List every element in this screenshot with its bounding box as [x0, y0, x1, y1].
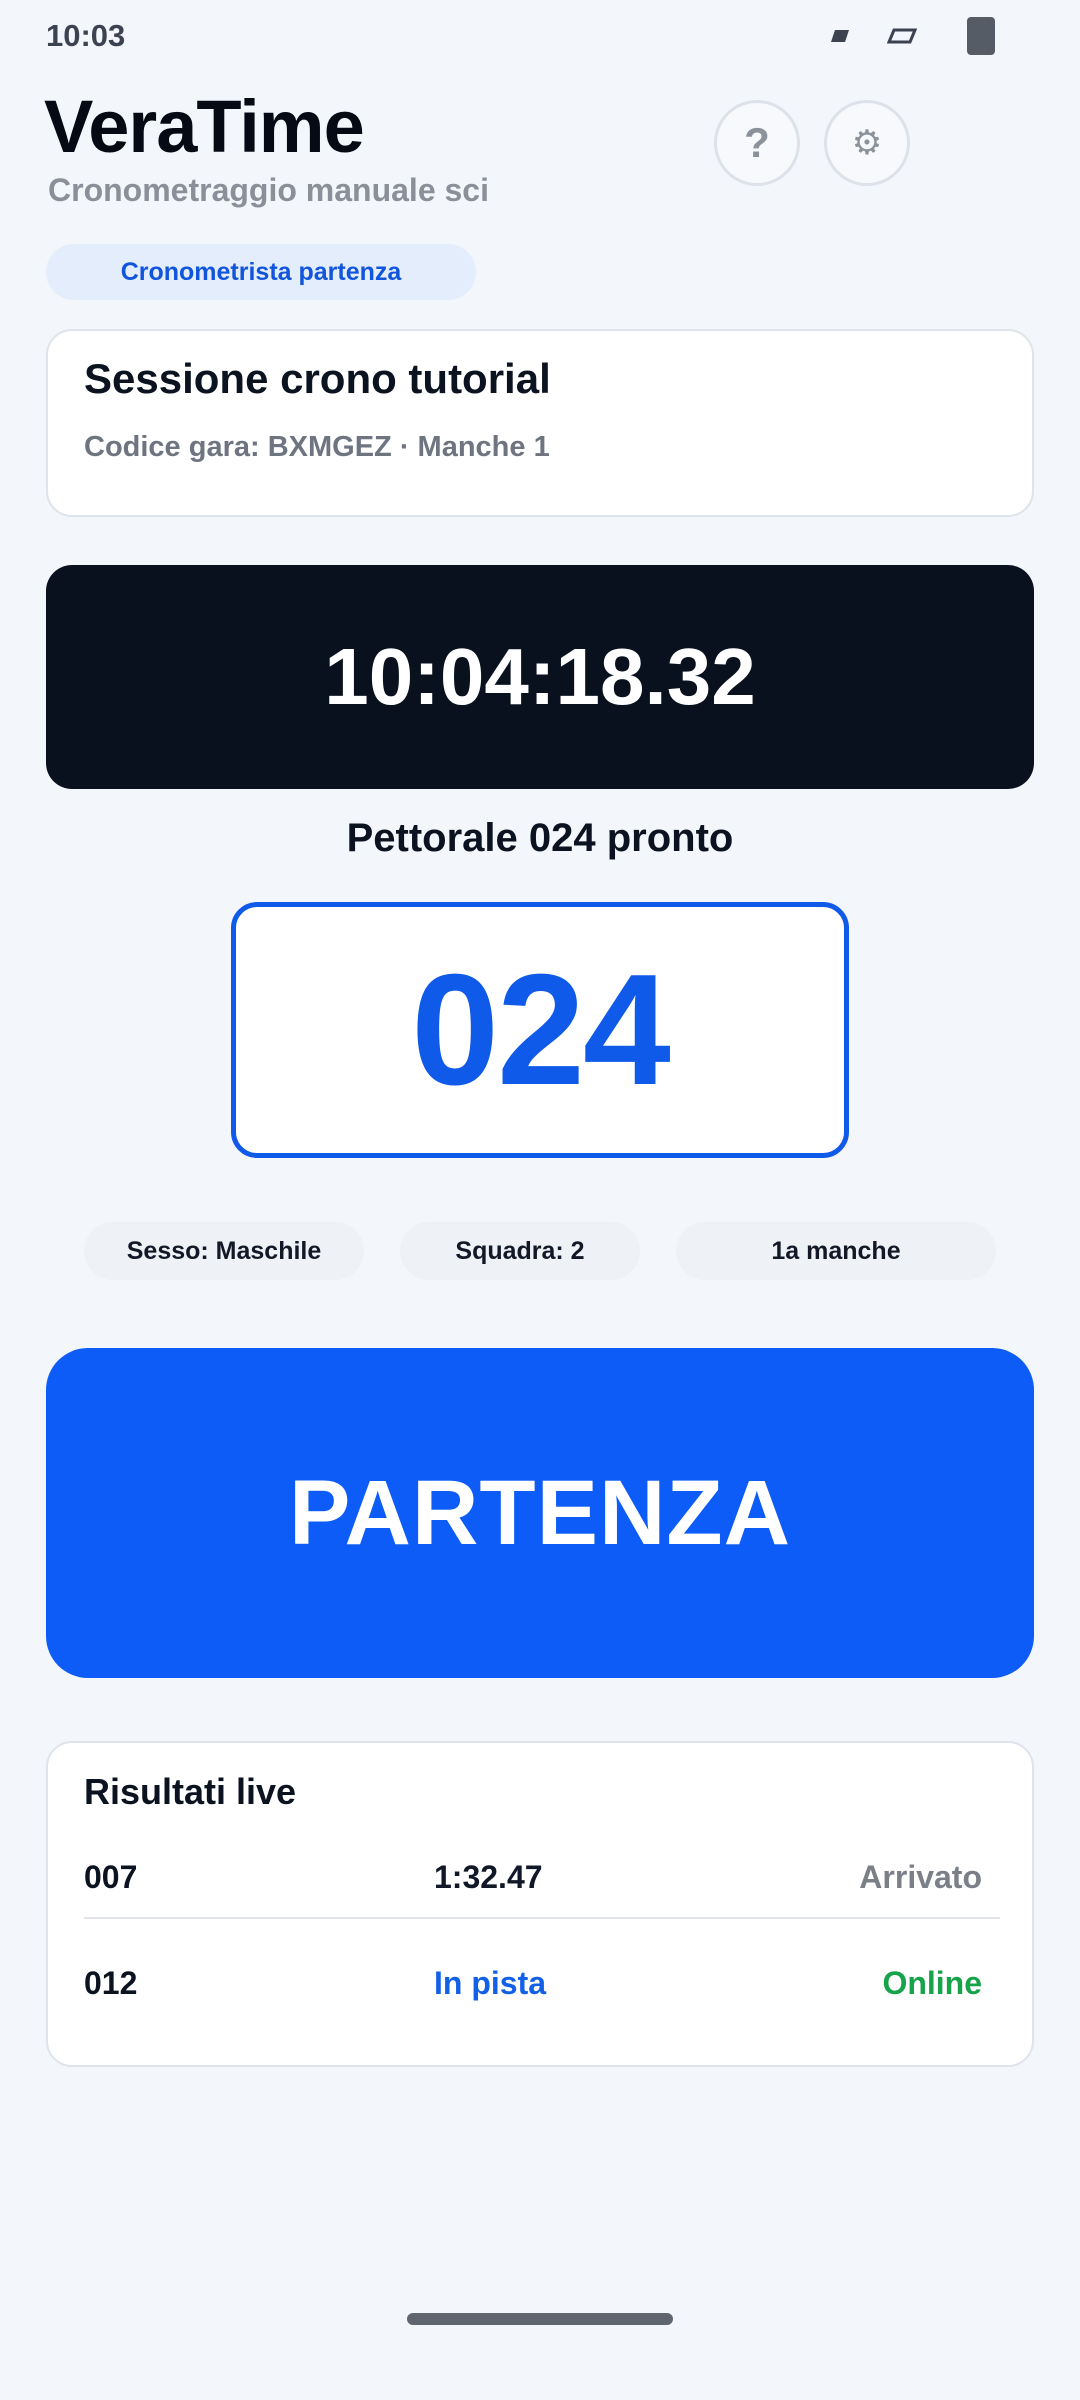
- role-chip[interactable]: Cronometrista partenza: [46, 244, 476, 300]
- result-row[interactable]: 007 1:32.47 Arrivato: [84, 1837, 1000, 1919]
- result-status: Online: [882, 1965, 982, 2001]
- clock-time: 10:04:18.32: [324, 632, 756, 721]
- session-name: Sessione crono tutorial: [84, 355, 551, 402]
- app-title: VeraTime: [44, 85, 365, 168]
- results-title: Risultati live: [84, 1771, 297, 1812]
- settings-button[interactable]: ⚙: [824, 100, 910, 186]
- result-bib: 012: [84, 1965, 138, 2001]
- help-button[interactable]: ?: [714, 100, 800, 186]
- session-meta: Codice gara: BXMGEZ · Manche 1: [84, 431, 550, 463]
- app-subtitle: Cronometraggio manuale sci: [48, 172, 489, 208]
- wifi-icon: [882, 0, 922, 72]
- result-bib: 007: [84, 1859, 138, 1895]
- clock-panel: 10:04:18.32: [46, 565, 1034, 789]
- result-row[interactable]: 012 In pista Online: [84, 1943, 1000, 2023]
- results-card: Risultati live 007 1:32.47 Arrivato 012 …: [46, 1741, 1034, 2067]
- status-bar: 10:03: [0, 0, 1080, 72]
- session-card: Sessione crono tutorial Codice gara: BXM…: [46, 329, 1034, 517]
- help-icon: ?: [744, 119, 770, 166]
- sex-chip: Sesso: Maschile: [84, 1222, 364, 1280]
- battery-icon: [964, 0, 998, 72]
- result-time: In pista: [434, 1965, 547, 2001]
- bib-status: Pettorale 024 pronto: [346, 816, 734, 860]
- bib-box[interactable]: 024: [231, 902, 849, 1158]
- gear-icon: ⚙: [851, 124, 883, 162]
- run-chip: 1a manche: [676, 1222, 996, 1280]
- signal-icon: [826, 0, 854, 72]
- home-indicator[interactable]: [407, 2313, 673, 2325]
- result-status: Arrivato: [859, 1859, 982, 1895]
- team-chip: Squadra: 2: [400, 1222, 640, 1280]
- result-time: 1:32.47: [434, 1859, 543, 1895]
- start-button[interactable]: PARTENZA: [46, 1348, 1034, 1678]
- bib-number: 024: [411, 941, 671, 1118]
- status-time: 10:03: [46, 18, 126, 53]
